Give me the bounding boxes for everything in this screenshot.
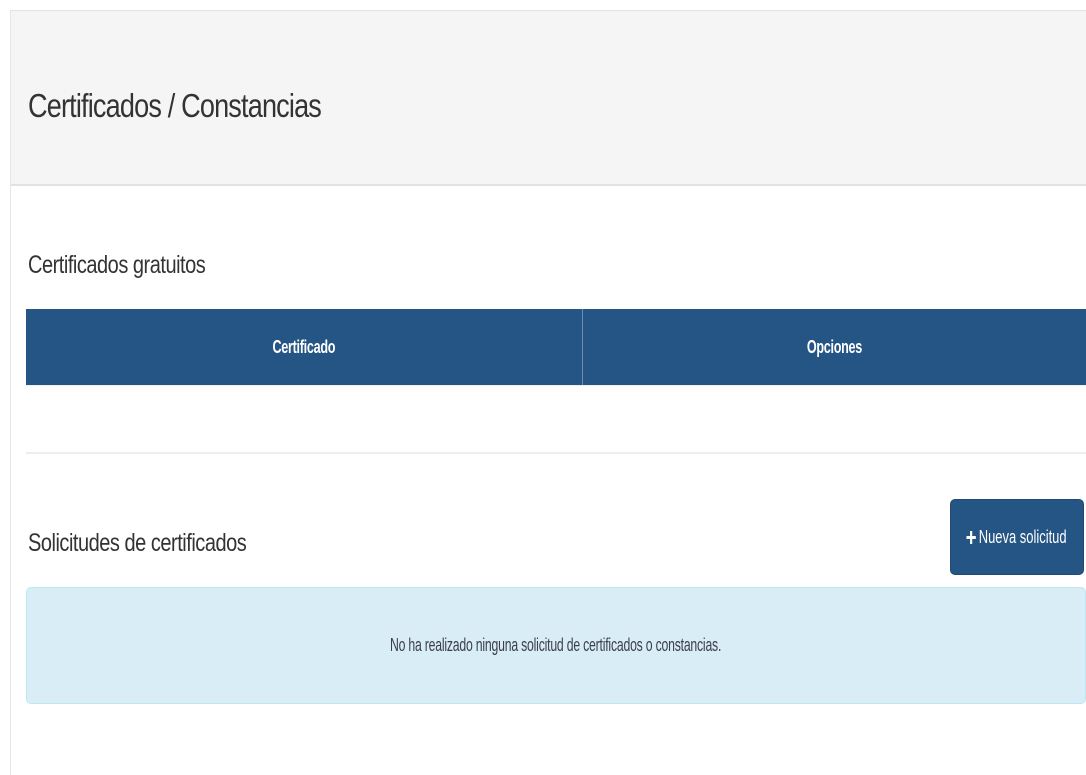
column-header-label: Opciones — [806, 336, 863, 357]
table-body-empty — [26, 385, 1086, 386]
new-request-button-content: Nueva solicitud — [966, 526, 1068, 548]
column-header-certificado[interactable]: Certificado — [26, 309, 583, 385]
plus-icon — [966, 530, 977, 544]
section-divider — [26, 452, 1086, 454]
free-certificates-table: Certificado Opciones — [26, 309, 1086, 385]
empty-requests-message: No ha realizado ninguna solicitud de cer… — [390, 635, 722, 655]
column-header-label: Certificado — [272, 336, 336, 357]
empty-requests-alert: No ha realizado ninguna solicitud de cer… — [26, 587, 1086, 704]
new-request-button[interactable]: Nueva solicitud — [950, 499, 1084, 575]
new-request-button-label: Nueva solicitud — [979, 526, 1068, 547]
page-title: Certificados / Constancias — [28, 87, 322, 124]
page: Certificados / Constancias Certificados … — [0, 0, 1086, 775]
requests-title: Solicitudes de certificados — [28, 529, 247, 557]
table-header: Certificado Opciones — [26, 309, 1086, 385]
free-certificates-title: Certificados gratuitos — [28, 251, 206, 279]
column-header-opciones[interactable]: Opciones — [582, 309, 1086, 385]
table-header-row: Certificado Opciones — [26, 309, 1086, 385]
